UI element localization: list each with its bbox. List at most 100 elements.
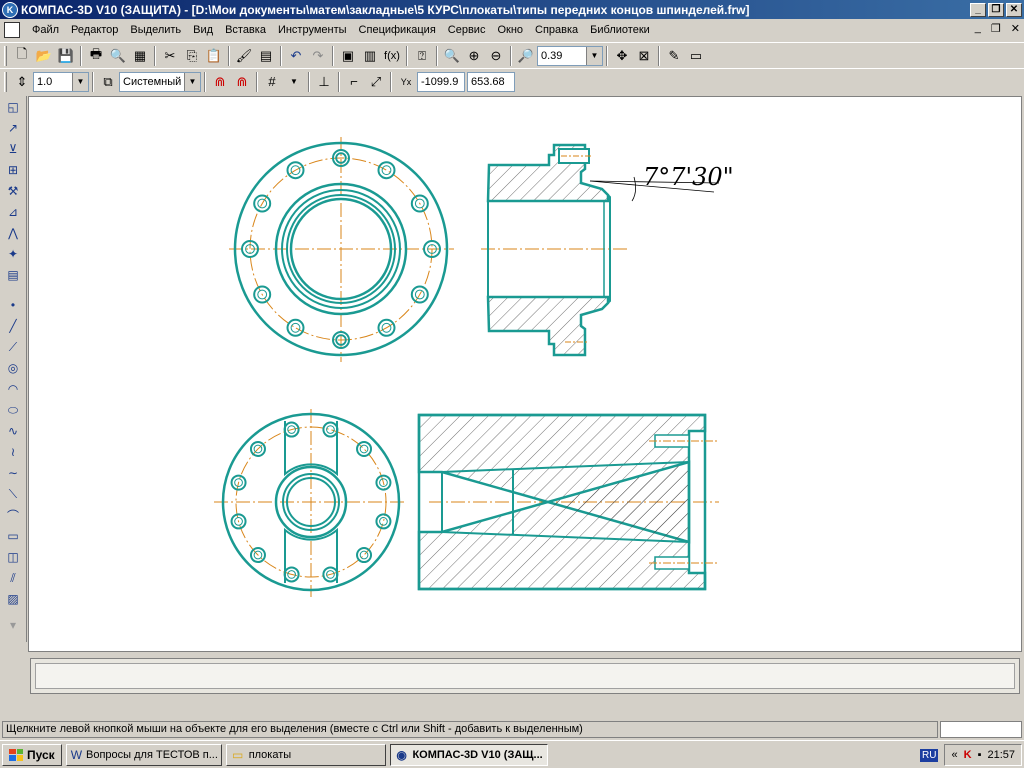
step-icon[interactable]: ⇕: [11, 71, 33, 93]
reports-panel-icon[interactable]: ▤: [2, 265, 24, 285]
menu-insert[interactable]: Вставка: [219, 20, 272, 40]
edit-panel-icon[interactable]: ⊞: [2, 160, 24, 180]
zoom-in-window-icon[interactable]: 🔍: [441, 45, 463, 67]
zoom-scale-icon[interactable]: 🔎: [515, 45, 537, 67]
pan-icon[interactable]: ✥: [611, 45, 633, 67]
antivirus-icon[interactable]: K: [964, 749, 972, 761]
spindle-long-section[interactable]: [417, 413, 719, 591]
more-tools-icon[interactable]: ▾: [2, 615, 24, 635]
menu-window[interactable]: Окно: [491, 20, 529, 40]
manager-icon[interactable]: ▣: [337, 45, 359, 67]
menu-libraries[interactable]: Библиотеки: [584, 20, 656, 40]
paste-icon[interactable]: 📋: [203, 45, 225, 67]
grid-icon[interactable]: #: [261, 71, 283, 93]
print-preview-icon[interactable]: 🔍: [107, 45, 129, 67]
layer-combo[interactable]: Системный ▼: [119, 71, 201, 92]
format-brush-icon[interactable]: 🖌: [233, 45, 255, 67]
bezier-tool-icon[interactable]: ≀: [2, 442, 24, 462]
redo-icon[interactable]: ↷: [307, 45, 329, 67]
close-button[interactable]: ✕: [1006, 2, 1022, 17]
cut-icon[interactable]: ✂: [159, 45, 181, 67]
display-icon[interactable]: ▭: [685, 45, 707, 67]
open-folder-icon[interactable]: 📂: [33, 45, 55, 67]
fillet-tool-icon[interactable]: ⌒: [2, 505, 24, 525]
taskbar-item-kompas[interactable]: ◉ КОМПАС-3D V10 (ЗАЩ...: [389, 743, 548, 766]
spindle-end-view[interactable]: [214, 409, 404, 597]
grid-dropdown-icon[interactable]: ▼: [283, 71, 305, 93]
menu-editor[interactable]: Редактор: [65, 20, 124, 40]
flange-front-view[interactable]: [229, 137, 454, 362]
toolbar-grip[interactable]: [4, 45, 7, 66]
polyline-tool-icon[interactable]: ⟋: [2, 337, 24, 357]
local-snap-icon[interactable]: ⋒: [231, 71, 253, 93]
chevron-down-icon[interactable]: ▼: [184, 72, 200, 91]
step-combo[interactable]: 1.0 ▼: [33, 71, 89, 92]
help-pointer-icon[interactable]: ⍰: [411, 45, 433, 67]
rectangle-tool-icon[interactable]: ▭: [2, 526, 24, 546]
export-icon[interactable]: ▦: [129, 45, 151, 67]
variables-icon[interactable]: f(x): [381, 45, 403, 67]
local-cs-icon[interactable]: ⊥: [313, 71, 335, 93]
curve-tool-icon[interactable]: ∼: [2, 463, 24, 483]
specification-panel-icon[interactable]: ✦: [2, 244, 24, 264]
menu-tools[interactable]: Инструменты: [272, 20, 353, 40]
new-file-icon[interactable]: 🗋: [11, 45, 33, 67]
language-indicator[interactable]: RU: [920, 748, 939, 762]
doc-restore-button[interactable]: ❐: [991, 22, 1001, 35]
properties-icon[interactable]: ▤: [255, 45, 277, 67]
segment-tool-icon[interactable]: ╱: [2, 316, 24, 336]
parametrization-panel-icon[interactable]: ⚒: [2, 181, 24, 201]
chevron-down-icon[interactable]: ▼: [72, 72, 88, 91]
menu-select[interactable]: Выделить: [124, 20, 187, 40]
chamfer-tool-icon[interactable]: ⟍: [2, 484, 24, 504]
equidistant-tool-icon[interactable]: ⫽: [2, 568, 24, 588]
spindle-section-view[interactable]: 7°7'30": [481, 143, 734, 357]
menu-file[interactable]: Файл: [26, 20, 65, 40]
zoom-in-icon[interactable]: ⊕: [463, 45, 485, 67]
start-button[interactable]: Пуск: [2, 743, 62, 766]
print-icon[interactable]: 🖶: [85, 45, 107, 67]
network-icon[interactable]: ▪: [978, 749, 982, 761]
round-icon[interactable]: ⤢: [365, 71, 387, 93]
chevron-down-icon[interactable]: ▼: [586, 46, 602, 65]
ellipse-tool-icon[interactable]: ⬭: [2, 400, 24, 420]
toolbar-grip[interactable]: [4, 71, 7, 92]
redraw-icon[interactable]: ✎: [663, 45, 685, 67]
zoom-combo[interactable]: 0.39 ▼: [537, 45, 603, 66]
taskbar-item-folder[interactable]: ▭ плокаты: [225, 743, 386, 766]
select-panel-icon[interactable]: ⋀: [2, 223, 24, 243]
circle-tool-icon[interactable]: ◎: [2, 358, 24, 378]
restore-button[interactable]: ❐: [988, 2, 1004, 17]
layer-icon[interactable]: ⧉: [97, 71, 119, 93]
contour-tool-icon[interactable]: ◫: [2, 547, 24, 567]
spline-tool-icon[interactable]: ∿: [2, 421, 24, 441]
save-icon[interactable]: 💾: [55, 45, 77, 67]
menu-service[interactable]: Сервис: [442, 20, 492, 40]
zoom-out-icon[interactable]: ⊖: [485, 45, 507, 67]
point-tool-icon[interactable]: •: [2, 295, 24, 315]
minimize-button[interactable]: _: [970, 2, 986, 17]
menu-specification[interactable]: Спецификация: [353, 20, 442, 40]
notation-panel-icon[interactable]: ⊻: [2, 139, 24, 159]
coord-x-field[interactable]: -1099.9: [417, 71, 465, 92]
geometry-panel-icon[interactable]: ◱: [2, 97, 24, 117]
chevron-left-icon[interactable]: «: [951, 749, 957, 761]
drawing-canvas[interactable]: 7°7'30": [28, 96, 1022, 652]
zoom-all-icon[interactable]: ⊠: [633, 45, 655, 67]
snap-magnet-icon[interactable]: ⋒: [209, 71, 231, 93]
arc-tool-icon[interactable]: ◠: [2, 379, 24, 399]
doc-close-button[interactable]: ✕: [1011, 22, 1020, 35]
undo-icon[interactable]: ↶: [285, 45, 307, 67]
dimensions-panel-icon[interactable]: ↗: [2, 118, 24, 138]
document-icon[interactable]: [4, 22, 20, 38]
taskbar-item-word[interactable]: W Вопросы для ТЕСТОВ п...: [65, 743, 222, 766]
coord-y-field[interactable]: 653.68: [467, 71, 515, 92]
copy-icon[interactable]: ⎘: [181, 45, 203, 67]
menu-help[interactable]: Справка: [529, 20, 584, 40]
menu-view[interactable]: Вид: [187, 20, 219, 40]
hatch-tool-icon[interactable]: ▨: [2, 589, 24, 609]
measure-panel-icon[interactable]: ⊿: [2, 202, 24, 222]
doc-minimize-button[interactable]: _: [975, 22, 981, 35]
ortho-icon[interactable]: ⌐: [343, 71, 365, 93]
library-icon[interactable]: ▥: [359, 45, 381, 67]
